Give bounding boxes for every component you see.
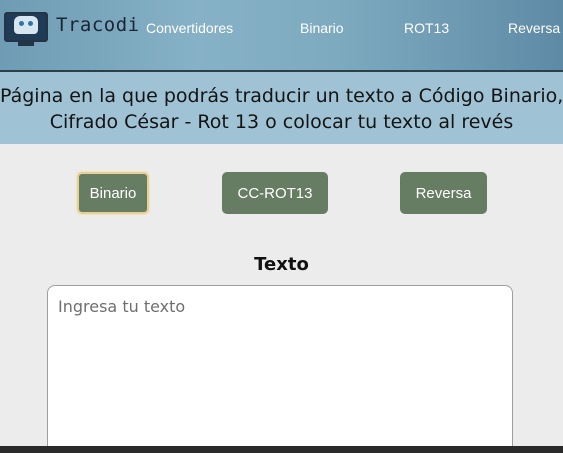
text-input[interactable] — [47, 285, 513, 453]
page: Tracodi Convertidores Binario ROT13 Reve… — [0, 0, 563, 453]
hero-text-line-1: Página en la que podrás traducir un text… — [0, 85, 563, 107]
nav-link-reversa[interactable]: Reversa — [508, 20, 560, 36]
nav-link-binario[interactable]: Binario — [300, 20, 344, 36]
bottom-bar — [0, 446, 563, 453]
hero-text-line-2: Cifrado César - Rot 13 o colocar tu text… — [49, 111, 514, 133]
brand-title[interactable]: Tracodi — [56, 14, 140, 36]
reversa-mode-button[interactable]: Reversa — [400, 172, 487, 214]
binario-mode-button[interactable]: Binario — [77, 172, 149, 214]
nav-link-rot13[interactable]: ROT13 — [404, 20, 449, 36]
navbar: Tracodi Convertidores Binario ROT13 Reve… — [0, 0, 563, 72]
texto-label: Texto — [254, 254, 309, 275]
robot-monitor-icon[interactable] — [0, 10, 52, 48]
nav-link-convertidores[interactable]: Convertidores — [146, 20, 233, 36]
rot13-mode-button[interactable]: CC-ROT13 — [222, 172, 328, 214]
hero-banner: Página en la que podrás traducir un text… — [0, 72, 563, 144]
